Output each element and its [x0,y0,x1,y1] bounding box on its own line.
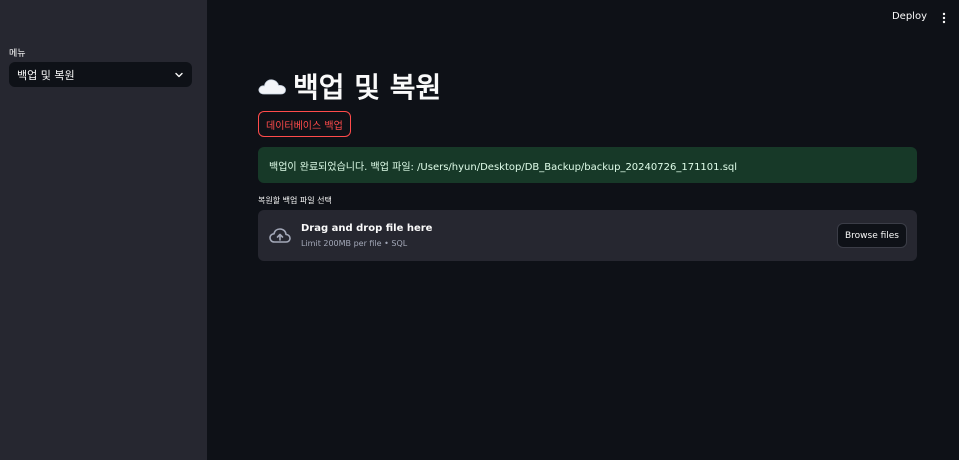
page-title: 백업 및 복원 [257,66,441,106]
main-content: Deploy 백업 및 복원 데이터베이스 백업 백업이 완료되었습니다. 백업… [207,0,959,460]
chevron-down-icon [175,72,183,77]
success-alert: 백업이 완료되었습니다. 백업 파일: /Users/hyun/Desktop/… [258,147,917,183]
file-dropzone[interactable]: Drag and drop file here Limit 200MB per … [258,210,917,261]
database-backup-button[interactable]: 데이터베이스 백업 [258,111,351,137]
cloud-icon [258,79,286,95]
deploy-button[interactable]: Deploy [892,11,927,22]
cloud-upload-icon [269,228,291,243]
sidebar: 메뉴 백업 및 복원 [0,0,207,460]
page-title-text: 백업 및 복원 [293,71,442,104]
menu-select-value: 백업 및 복원 [17,68,75,82]
file-uploader-label: 복원할 백업 파일 선택 [258,196,332,205]
menu-select[interactable]: 백업 및 복원 [9,62,192,87]
more-menu-icon[interactable] [941,11,947,25]
dropzone-limit-text: Limit 200MB per file • SQL [301,239,408,248]
dropzone-title: Drag and drop file here [301,223,433,234]
menu-label: 메뉴 [9,49,26,59]
browse-files-button[interactable]: Browse files [836,223,907,248]
